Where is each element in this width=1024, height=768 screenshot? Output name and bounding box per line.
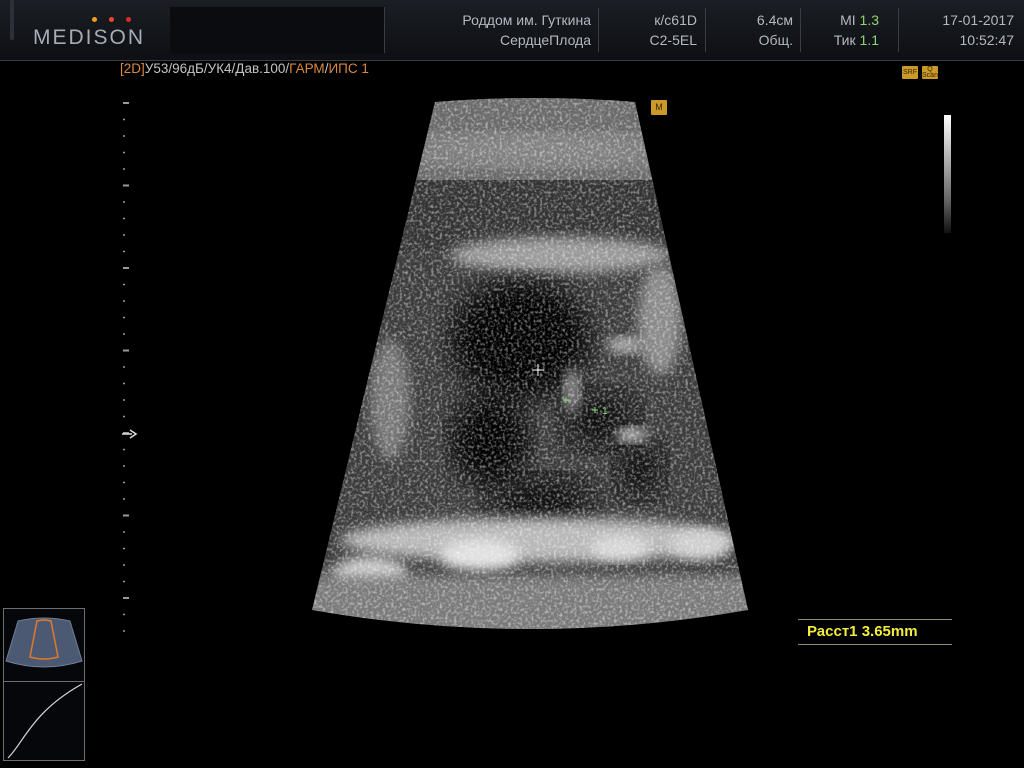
caliper-label: 1 bbox=[602, 406, 608, 417]
sector-scan-area bbox=[312, 98, 748, 629]
measurement-result-box: Расст1 3.65mm bbox=[798, 619, 952, 645]
distance-readout: Расст1 3.65mm bbox=[807, 623, 918, 640]
sector-preview-icon bbox=[5, 617, 83, 668]
gray-curve-icon bbox=[7, 683, 83, 759]
sector-preview-thumbnail[interactable] bbox=[3, 608, 85, 688]
ultrasound-image[interactable]: 1 bbox=[0, 0, 1024, 768]
gray-curve-thumbnail[interactable] bbox=[3, 681, 85, 761]
